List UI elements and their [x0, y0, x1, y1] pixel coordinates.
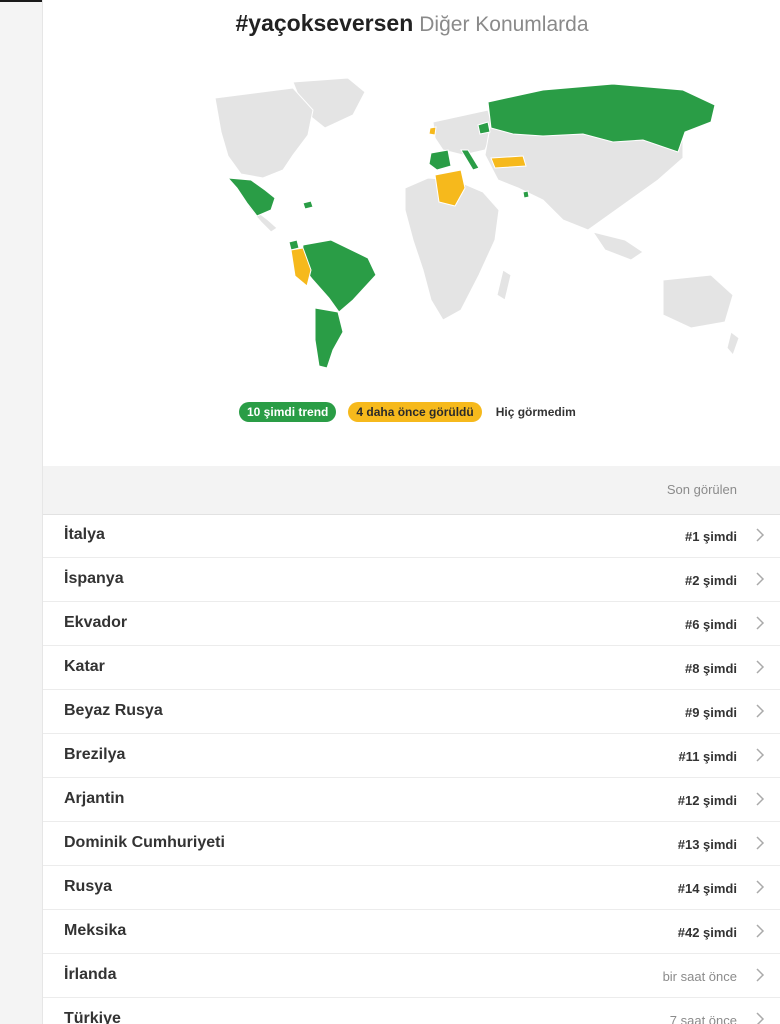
world-map [214, 77, 740, 369]
trend-status: #42 şimdi [677, 925, 737, 940]
list-item[interactable]: Beyaz Rusya #9 şimdi [43, 690, 780, 734]
chevron-right-icon [756, 924, 765, 938]
trend-status: 7 saat önce [669, 1013, 737, 1024]
list-header: Son görülen [43, 466, 780, 515]
hashtag-title: #yaçokseversen [235, 10, 414, 36]
country-name: İtalya [64, 526, 105, 543]
chevron-right-icon [756, 660, 765, 674]
list-item[interactable]: Katar #8 şimdi [43, 646, 780, 690]
map-italy [460, 149, 480, 171]
map-new-zealand [726, 331, 740, 356]
map-spain [428, 149, 452, 171]
chevron-right-icon [756, 616, 765, 630]
map-ireland [428, 126, 437, 136]
list-item[interactable]: Ekvador #6 şimdi [43, 602, 780, 646]
country-name: Katar [64, 658, 105, 675]
page-title: #yaçokseversen Diğer Konumlarda [43, 8, 780, 40]
country-name: Türkiye [64, 1010, 121, 1024]
trend-status: #9 şimdi [684, 705, 737, 720]
chevron-right-icon [756, 792, 765, 806]
map-legend: 10 şimdi trend 4 daha önce görüldü Hiç g… [239, 402, 584, 422]
country-name: Rusya [64, 878, 113, 895]
chevron-right-icon [756, 1012, 765, 1024]
trend-status: #12 şimdi [677, 793, 737, 808]
page-subtitle: Diğer Konumlarda [419, 13, 589, 36]
chevron-right-icon [756, 704, 765, 718]
country-name: Meksika [64, 922, 127, 939]
trend-status: #2 şimdi [684, 573, 737, 588]
list-item[interactable]: Arjantin #12 şimdi [43, 778, 780, 822]
country-name: Brezilya [64, 746, 126, 763]
legend-trending-now: 10 şimdi trend [239, 402, 337, 422]
trend-status: #8 şimdi [684, 661, 737, 676]
legend-never-seen: Hiç görmedim [495, 405, 576, 419]
list-item[interactable]: Dominik Cumhuriyeti #13 şimdi [43, 822, 780, 866]
country-name: İrlanda [64, 966, 117, 983]
map-dominican-republic [302, 200, 314, 210]
map-qatar [522, 190, 530, 199]
trend-status: #13 şimdi [677, 837, 737, 852]
country-name: Arjantin [64, 790, 125, 807]
legend-seen-before: 4 daha önce görüldü [348, 402, 482, 422]
list-item[interactable]: İtalya #1 şimdi [43, 514, 780, 558]
chevron-right-icon [756, 968, 765, 982]
country-name: Ekvador [64, 614, 128, 631]
country-name: Beyaz Rusya [64, 702, 163, 719]
trend-status: bir saat önce [662, 969, 737, 984]
list-item[interactable]: İspanya #2 şimdi [43, 558, 780, 602]
trend-locations-card: #yaçokseversen Diğer Konumlarda 10 şimdi… [42, 0, 780, 1024]
country-name: Dominik Cumhuriyeti [64, 834, 225, 851]
last-seen-column-header: Son görülen [666, 482, 737, 497]
map-north-america [214, 87, 314, 179]
trend-status: #11 şimdi [678, 749, 737, 764]
list-item[interactable]: İrlanda bir saat önce [43, 954, 780, 998]
chevron-right-icon [756, 836, 765, 850]
map-madagascar [496, 269, 512, 301]
trend-status: #1 şimdi [684, 529, 737, 544]
trend-status: #14 şimdi [677, 881, 737, 896]
map-argentina [314, 307, 344, 369]
country-list: İtalya #1 şimdi İspanya #2 şimdi Ekvador… [43, 514, 780, 1024]
chevron-right-icon [756, 748, 765, 762]
list-item[interactable]: Brezilya #11 şimdi [43, 734, 780, 778]
list-item[interactable]: Türkiye 7 saat önce [43, 998, 780, 1024]
map-brazil [300, 239, 377, 313]
country-name: İspanya [64, 570, 124, 587]
list-item[interactable]: Meksika #42 şimdi [43, 910, 780, 954]
chevron-right-icon [756, 880, 765, 894]
list-item[interactable]: Rusya #14 şimdi [43, 866, 780, 910]
map-turkey [490, 155, 527, 169]
map-southeast-asia [591, 231, 644, 261]
chevron-right-icon [756, 528, 765, 542]
map-australia [662, 274, 734, 329]
trend-status: #6 şimdi [684, 617, 737, 632]
chevron-right-icon [756, 572, 765, 586]
